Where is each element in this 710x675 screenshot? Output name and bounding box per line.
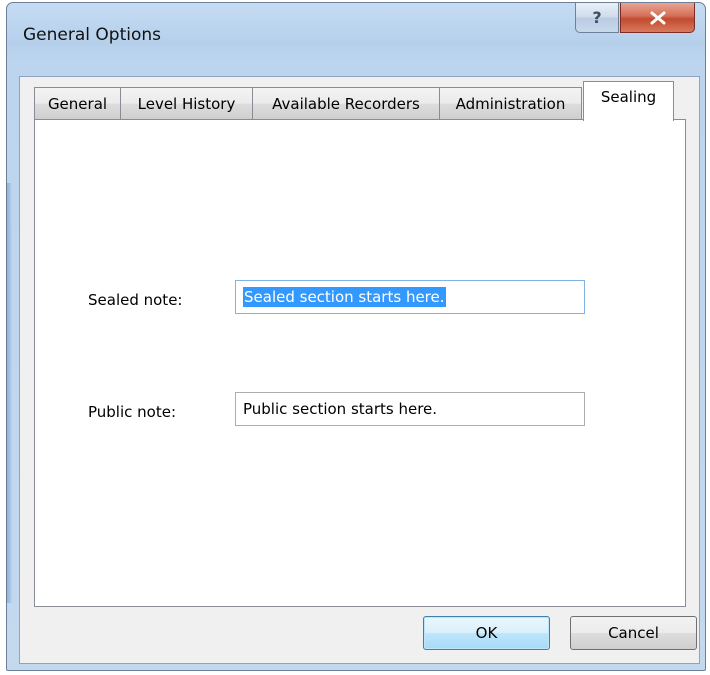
cancel-button[interactable]: Cancel: [570, 616, 697, 650]
ok-button[interactable]: OK: [423, 616, 550, 650]
tab-sealing[interactable]: Sealing: [583, 81, 674, 121]
public-note-label: Public note:: [88, 403, 177, 421]
help-button[interactable]: ?: [575, 3, 619, 33]
window-title: General Options: [23, 25, 161, 45]
public-note-value: Public section starts here.: [243, 400, 438, 418]
tab-label: Level History: [137, 94, 236, 113]
tab-label: General: [47, 94, 108, 113]
close-icon: [650, 11, 665, 24]
client-area: General Level History Available Recorder…: [19, 76, 700, 664]
tab-label: Sealing: [600, 88, 657, 106]
public-note-input[interactable]: Public section starts here.: [235, 392, 585, 426]
tab-general[interactable]: General: [34, 87, 121, 119]
tab-available-recorders[interactable]: Available Recorders: [252, 87, 440, 119]
frame-edge: [7, 183, 13, 603]
sealing-panel: Sealed note: Sealed section starts here.…: [34, 119, 686, 607]
tab-label: Administration: [455, 94, 566, 113]
sealed-note-input[interactable]: Sealed section starts here.: [235, 280, 585, 314]
dialog-window: General Options ? General Level History …: [6, 2, 706, 671]
sealed-note-label: Sealed note:: [88, 291, 183, 309]
tab-level-history[interactable]: Level History: [120, 87, 253, 119]
help-icon: ?: [592, 8, 602, 27]
tab-administration[interactable]: Administration: [439, 87, 582, 119]
tab-label: Available Recorders: [272, 94, 420, 113]
sealed-note-value: Sealed section starts here.: [243, 287, 446, 307]
close-button[interactable]: [620, 3, 695, 33]
